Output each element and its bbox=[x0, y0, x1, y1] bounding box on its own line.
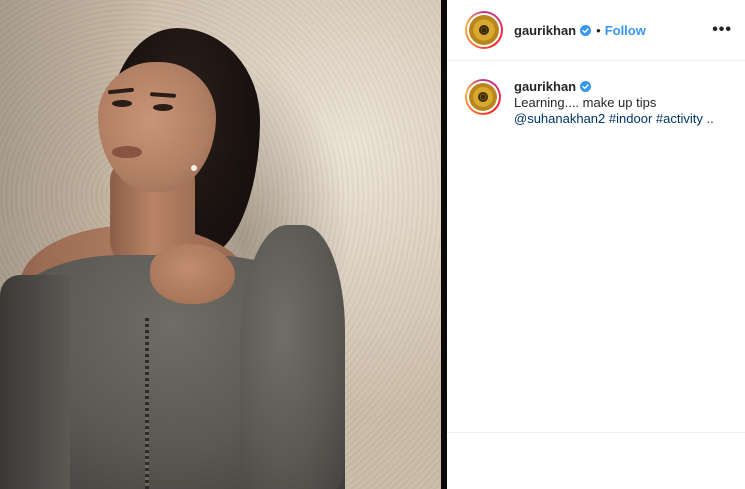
logo-icon bbox=[479, 25, 489, 35]
earring bbox=[191, 165, 197, 171]
avatar[interactable] bbox=[465, 11, 503, 49]
header-username[interactable]: gaurikhan bbox=[514, 23, 576, 38]
caption-ellipsis[interactable]: .. bbox=[707, 111, 714, 126]
caption-body: Learning.... make up tips bbox=[514, 95, 657, 110]
caption-avatar-disc bbox=[469, 83, 497, 111]
verified-badge-icon bbox=[580, 24, 592, 36]
lips bbox=[112, 146, 142, 158]
caption-row: gaurikhan Learning.... make up tips @suh… bbox=[447, 61, 745, 127]
caption-verified-badge-icon bbox=[580, 81, 592, 92]
caption-avatar-ring bbox=[467, 81, 499, 113]
left-eye bbox=[112, 100, 132, 107]
hashtag-link[interactable]: #activity bbox=[656, 111, 703, 126]
caption-tags: @suhanakhan2 #indoor #activity .. bbox=[514, 111, 714, 127]
more-options-icon[interactable]: ••• bbox=[712, 21, 732, 39]
header-separator: • bbox=[596, 22, 601, 38]
mention-link[interactable]: @suhanakhan2 bbox=[514, 111, 605, 126]
post-header: gaurikhan • Follow ••• bbox=[447, 0, 745, 61]
arm-shape bbox=[240, 225, 345, 489]
caption-logo-icon bbox=[478, 92, 488, 102]
post-side-panel: gaurikhan • Follow ••• gaurikhan Learnin… bbox=[447, 0, 745, 489]
caption-username[interactable]: gaurikhan bbox=[514, 79, 576, 94]
hoodie-zipper bbox=[145, 318, 149, 489]
follow-button[interactable]: Follow bbox=[605, 23, 646, 38]
hoodie-left-panel bbox=[0, 275, 70, 489]
hand-shape bbox=[150, 244, 235, 304]
caption-avatar[interactable] bbox=[465, 79, 501, 115]
avatar-disc bbox=[469, 15, 499, 45]
post-photo[interactable] bbox=[0, 0, 441, 489]
caption-text: gaurikhan Learning.... make up tips @suh… bbox=[514, 79, 714, 127]
instagram-post: gaurikhan • Follow ••• gaurikhan Learnin… bbox=[0, 0, 745, 489]
hashtag-link[interactable]: #indoor bbox=[609, 111, 652, 126]
avatar-ring bbox=[467, 13, 501, 47]
right-eye bbox=[153, 104, 173, 111]
panel-bottom-border bbox=[447, 432, 745, 433]
